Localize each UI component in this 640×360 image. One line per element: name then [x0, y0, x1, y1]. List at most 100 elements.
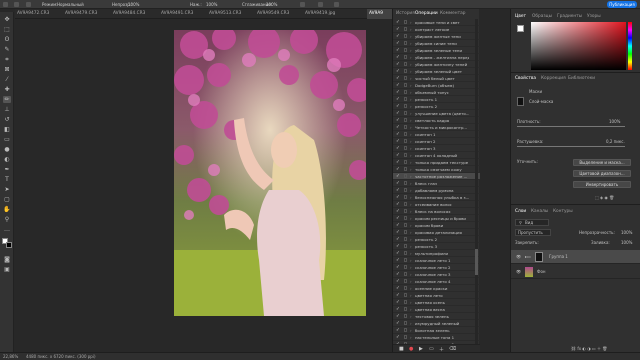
- action-row[interactable]: ✓ › контраст легкие: [393, 26, 480, 33]
- expand-arrow-icon[interactable]: ›: [410, 334, 412, 341]
- eraser-tool-icon[interactable]: ◧: [3, 126, 11, 133]
- dialog-toggle-icon[interactable]: [404, 300, 407, 304]
- action-row[interactable]: ✓ › цветная лето: [393, 292, 480, 299]
- layer-opacity-value[interactable]: 100%: [621, 230, 632, 235]
- layer-row-group[interactable]: 👁 ▸▭ Группа 1: [511, 250, 640, 264]
- dodge-tool-icon[interactable]: ◐: [3, 156, 11, 163]
- screen-mode-icon[interactable]: ▣: [3, 266, 11, 273]
- action-row[interactable]: ✓ › цветная весна: [393, 306, 480, 313]
- density-slider[interactable]: [517, 126, 625, 127]
- check-icon[interactable]: ✓: [396, 328, 401, 333]
- action-row[interactable]: ✓ › частотное разложение ...: [393, 173, 480, 180]
- check-icon[interactable]: ✓: [396, 181, 401, 186]
- expand-arrow-icon[interactable]: ›: [410, 222, 412, 229]
- dialog-toggle-icon[interactable]: [404, 160, 407, 164]
- dialog-toggle-icon[interactable]: [404, 279, 407, 283]
- tab-gradients[interactable]: Градиенты: [557, 13, 582, 21]
- check-icon[interactable]: ✓: [396, 216, 401, 221]
- expand-arrow-icon[interactable]: ›: [410, 47, 412, 54]
- doc-tab-active[interactable]: AV9A9: [367, 9, 392, 19]
- dialog-toggle-icon[interactable]: [404, 139, 407, 143]
- expand-arrow-icon[interactable]: ›: [410, 180, 412, 187]
- dialog-toggle-icon[interactable]: [404, 223, 407, 227]
- expand-arrow-icon[interactable]: ›: [410, 166, 412, 173]
- check-icon[interactable]: ✓: [396, 118, 401, 123]
- check-icon[interactable]: ✓: [396, 258, 401, 263]
- eyedropper-tool-icon[interactable]: ⁄: [3, 76, 11, 83]
- doc-tab[interactable]: AV9A9472.CR3: [15, 9, 51, 19]
- expand-arrow-icon[interactable]: ›: [410, 26, 412, 33]
- tab-layers[interactable]: Слои: [515, 208, 526, 216]
- doc-tab[interactable]: AV9A9513.CR3: [207, 9, 243, 19]
- dialog-toggle-icon[interactable]: [404, 188, 407, 192]
- check-icon[interactable]: ✓: [396, 307, 401, 312]
- tab-channels[interactable]: Каналы: [531, 208, 548, 216]
- expand-arrow-icon[interactable]: ›: [410, 75, 412, 82]
- blend-mode-select[interactable]: Пропустить: [515, 229, 551, 236]
- check-icon[interactable]: ✓: [396, 41, 401, 46]
- action-row[interactable]: ✓ › скинтон 4 холодный: [393, 152, 480, 159]
- dialog-toggle-icon[interactable]: [404, 216, 407, 220]
- check-icon[interactable]: ✓: [396, 195, 401, 200]
- more-tools-icon[interactable]: …: [3, 226, 11, 233]
- blur-tool-icon[interactable]: ●: [3, 146, 11, 153]
- action-row[interactable]: ✓ › добавляем румяна: [393, 187, 480, 194]
- color-range-button[interactable]: Цветовой диапазон...: [573, 170, 631, 177]
- expand-arrow-icon[interactable]: ›: [410, 110, 412, 117]
- expand-arrow-icon[interactable]: ›: [410, 285, 412, 292]
- dialog-toggle-icon[interactable]: [404, 321, 407, 325]
- check-icon[interactable]: ✓: [396, 300, 401, 305]
- dialog-toggle-icon[interactable]: [404, 293, 407, 297]
- fill-value[interactable]: 100%: [621, 240, 632, 245]
- dialog-toggle-icon[interactable]: [404, 314, 407, 318]
- symmetry-icon[interactable]: [334, 2, 339, 7]
- dialog-toggle-icon[interactable]: [404, 244, 407, 248]
- doc-tab[interactable]: AV9A9484.CR3: [111, 9, 147, 19]
- opacity-input[interactable]: 100%: [128, 2, 139, 7]
- expand-arrow-icon[interactable]: ›: [410, 89, 412, 96]
- action-row[interactable]: ✓ › убираем синие тени: [393, 40, 480, 47]
- action-row[interactable]: ✓ › скинтон 3: [393, 145, 480, 152]
- dialog-toggle-icon[interactable]: [404, 335, 407, 339]
- flow-input[interactable]: 100%: [206, 2, 217, 7]
- dialog-toggle-icon[interactable]: [404, 167, 407, 171]
- check-icon[interactable]: ✓: [396, 223, 401, 228]
- scrollbar-thumb[interactable]: [475, 249, 478, 275]
- action-row[interactable]: ✓ › тестовая зелень: [393, 313, 480, 320]
- expand-arrow-icon[interactable]: ›: [410, 194, 412, 201]
- dialog-toggle-icon[interactable]: [404, 34, 407, 38]
- action-row[interactable]: ✓ › объемный тонус: [393, 89, 480, 96]
- expand-arrow-icon[interactable]: ›: [410, 103, 412, 110]
- expand-arrow-icon[interactable]: ›: [410, 250, 412, 257]
- mask-actions-icons[interactable]: ⬚ ◈ ◉ 🗑: [595, 195, 631, 201]
- dialog-toggle-icon[interactable]: [404, 118, 407, 122]
- expand-arrow-icon[interactable]: ›: [410, 33, 412, 40]
- dialog-toggle-icon[interactable]: [404, 272, 407, 276]
- action-row[interactable]: ✓ › изумрудный зеленый: [393, 320, 480, 327]
- action-row[interactable]: ✓ › убираем желтые тени: [393, 33, 480, 40]
- action-row[interactable]: ✓ › скинтон 1: [393, 131, 480, 138]
- quick-select-tool-icon[interactable]: ✎: [3, 46, 11, 53]
- expand-arrow-icon[interactable]: ›: [410, 96, 412, 103]
- action-row[interactable]: ✓ › убираем - желтизна перед...: [393, 54, 480, 61]
- crop-tool-icon[interactable]: ⌗: [3, 56, 11, 63]
- tab-comments[interactable]: Комментар: [440, 10, 465, 18]
- dialog-toggle-icon[interactable]: [404, 55, 407, 59]
- feather-value[interactable]: 0,2 пикс.: [606, 139, 625, 144]
- expand-arrow-icon[interactable]: ›: [410, 187, 412, 194]
- action-row[interactable]: ✓ › только придаем текстуре: [393, 159, 480, 166]
- check-icon[interactable]: ✓: [396, 335, 401, 340]
- action-row[interactable]: ✓ › резкость 3: [393, 243, 480, 250]
- check-icon[interactable]: ✓: [396, 69, 401, 74]
- check-icon[interactable]: ✓: [396, 167, 401, 172]
- dialog-toggle-icon[interactable]: [404, 146, 407, 150]
- doc-tab[interactable]: AV9A9491.CR3: [159, 9, 195, 19]
- dialog-toggle-icon[interactable]: [404, 27, 407, 31]
- check-icon[interactable]: ✓: [396, 76, 401, 81]
- action-row[interactable]: ✓ › сказочное лето 2: [393, 264, 480, 271]
- check-icon[interactable]: ✓: [396, 293, 401, 298]
- dialog-toggle-icon[interactable]: [404, 76, 407, 80]
- expand-arrow-icon[interactable]: ›: [410, 229, 412, 236]
- check-icon[interactable]: ✓: [396, 139, 401, 144]
- action-row[interactable]: ✓ › красим брови: [393, 222, 480, 229]
